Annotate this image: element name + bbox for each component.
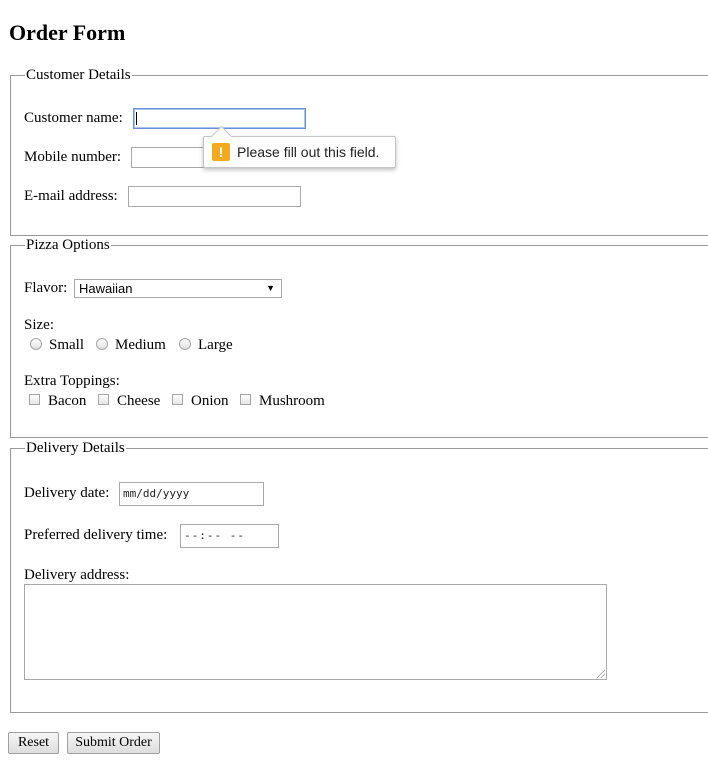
- email-address-input[interactable]: [128, 186, 301, 207]
- size-large-radio[interactable]: [179, 338, 191, 350]
- customer-name-label: Customer name:: [24, 110, 123, 126]
- delivery-time-label: Preferred delivery time:: [24, 527, 168, 543]
- topping-onion-label: Onion: [191, 393, 229, 409]
- submit-order-button[interactable]: Submit Order: [67, 732, 160, 754]
- topping-cheese-label: Cheese: [117, 393, 161, 409]
- email-address-label: E-mail address:: [24, 188, 118, 204]
- size-large-label: Large: [198, 337, 233, 353]
- flavor-label: Flavor:: [24, 280, 68, 296]
- topping-bacon-checkbox[interactable]: [29, 394, 40, 405]
- delivery-time-input[interactable]: --:-- --: [180, 524, 279, 548]
- validation-tooltip: ! Please fill out this field.: [203, 125, 396, 168]
- size-label: Size:: [24, 317, 54, 333]
- customer-name-input[interactable]: [133, 108, 306, 129]
- delivery-date-input[interactable]: mm/dd/yyyy: [119, 482, 264, 506]
- delivery-address-label: Delivery address:: [24, 567, 130, 583]
- size-small-radio[interactable]: [30, 338, 42, 350]
- pizza-options-legend: Pizza Options: [25, 237, 111, 254]
- size-small-label: Small: [49, 337, 85, 353]
- delivery-address-textarea[interactable]: [24, 584, 607, 680]
- tooltip-message: Please fill out this field.: [237, 144, 380, 160]
- delivery-details-legend: Delivery Details: [25, 440, 126, 457]
- customer-details-legend: Customer Details: [25, 67, 132, 84]
- reset-button[interactable]: Reset: [8, 732, 59, 754]
- flavor-select[interactable]: Hawaiian ▼: [74, 279, 282, 298]
- flavor-selected-value: Hawaiian: [79, 281, 133, 296]
- resize-grip-icon[interactable]: [597, 670, 605, 678]
- warning-icon: !: [212, 143, 230, 161]
- delivery-date-label: Delivery date:: [24, 485, 110, 501]
- dropdown-arrow-icon: ▼: [266, 283, 275, 293]
- size-medium-label: Medium: [115, 337, 166, 353]
- topping-onion-checkbox[interactable]: [172, 394, 183, 405]
- topping-bacon-label: Bacon: [48, 393, 87, 409]
- page-title: Order Form: [9, 20, 126, 45]
- topping-cheese-checkbox[interactable]: [98, 394, 109, 405]
- extra-toppings-label: Extra Toppings:: [24, 373, 120, 389]
- text-cursor: [136, 112, 137, 125]
- mobile-number-label: Mobile number:: [24, 149, 122, 165]
- topping-mushroom-label: Mushroom: [259, 393, 325, 409]
- size-medium-radio[interactable]: [96, 338, 108, 350]
- topping-mushroom-checkbox[interactable]: [240, 394, 251, 405]
